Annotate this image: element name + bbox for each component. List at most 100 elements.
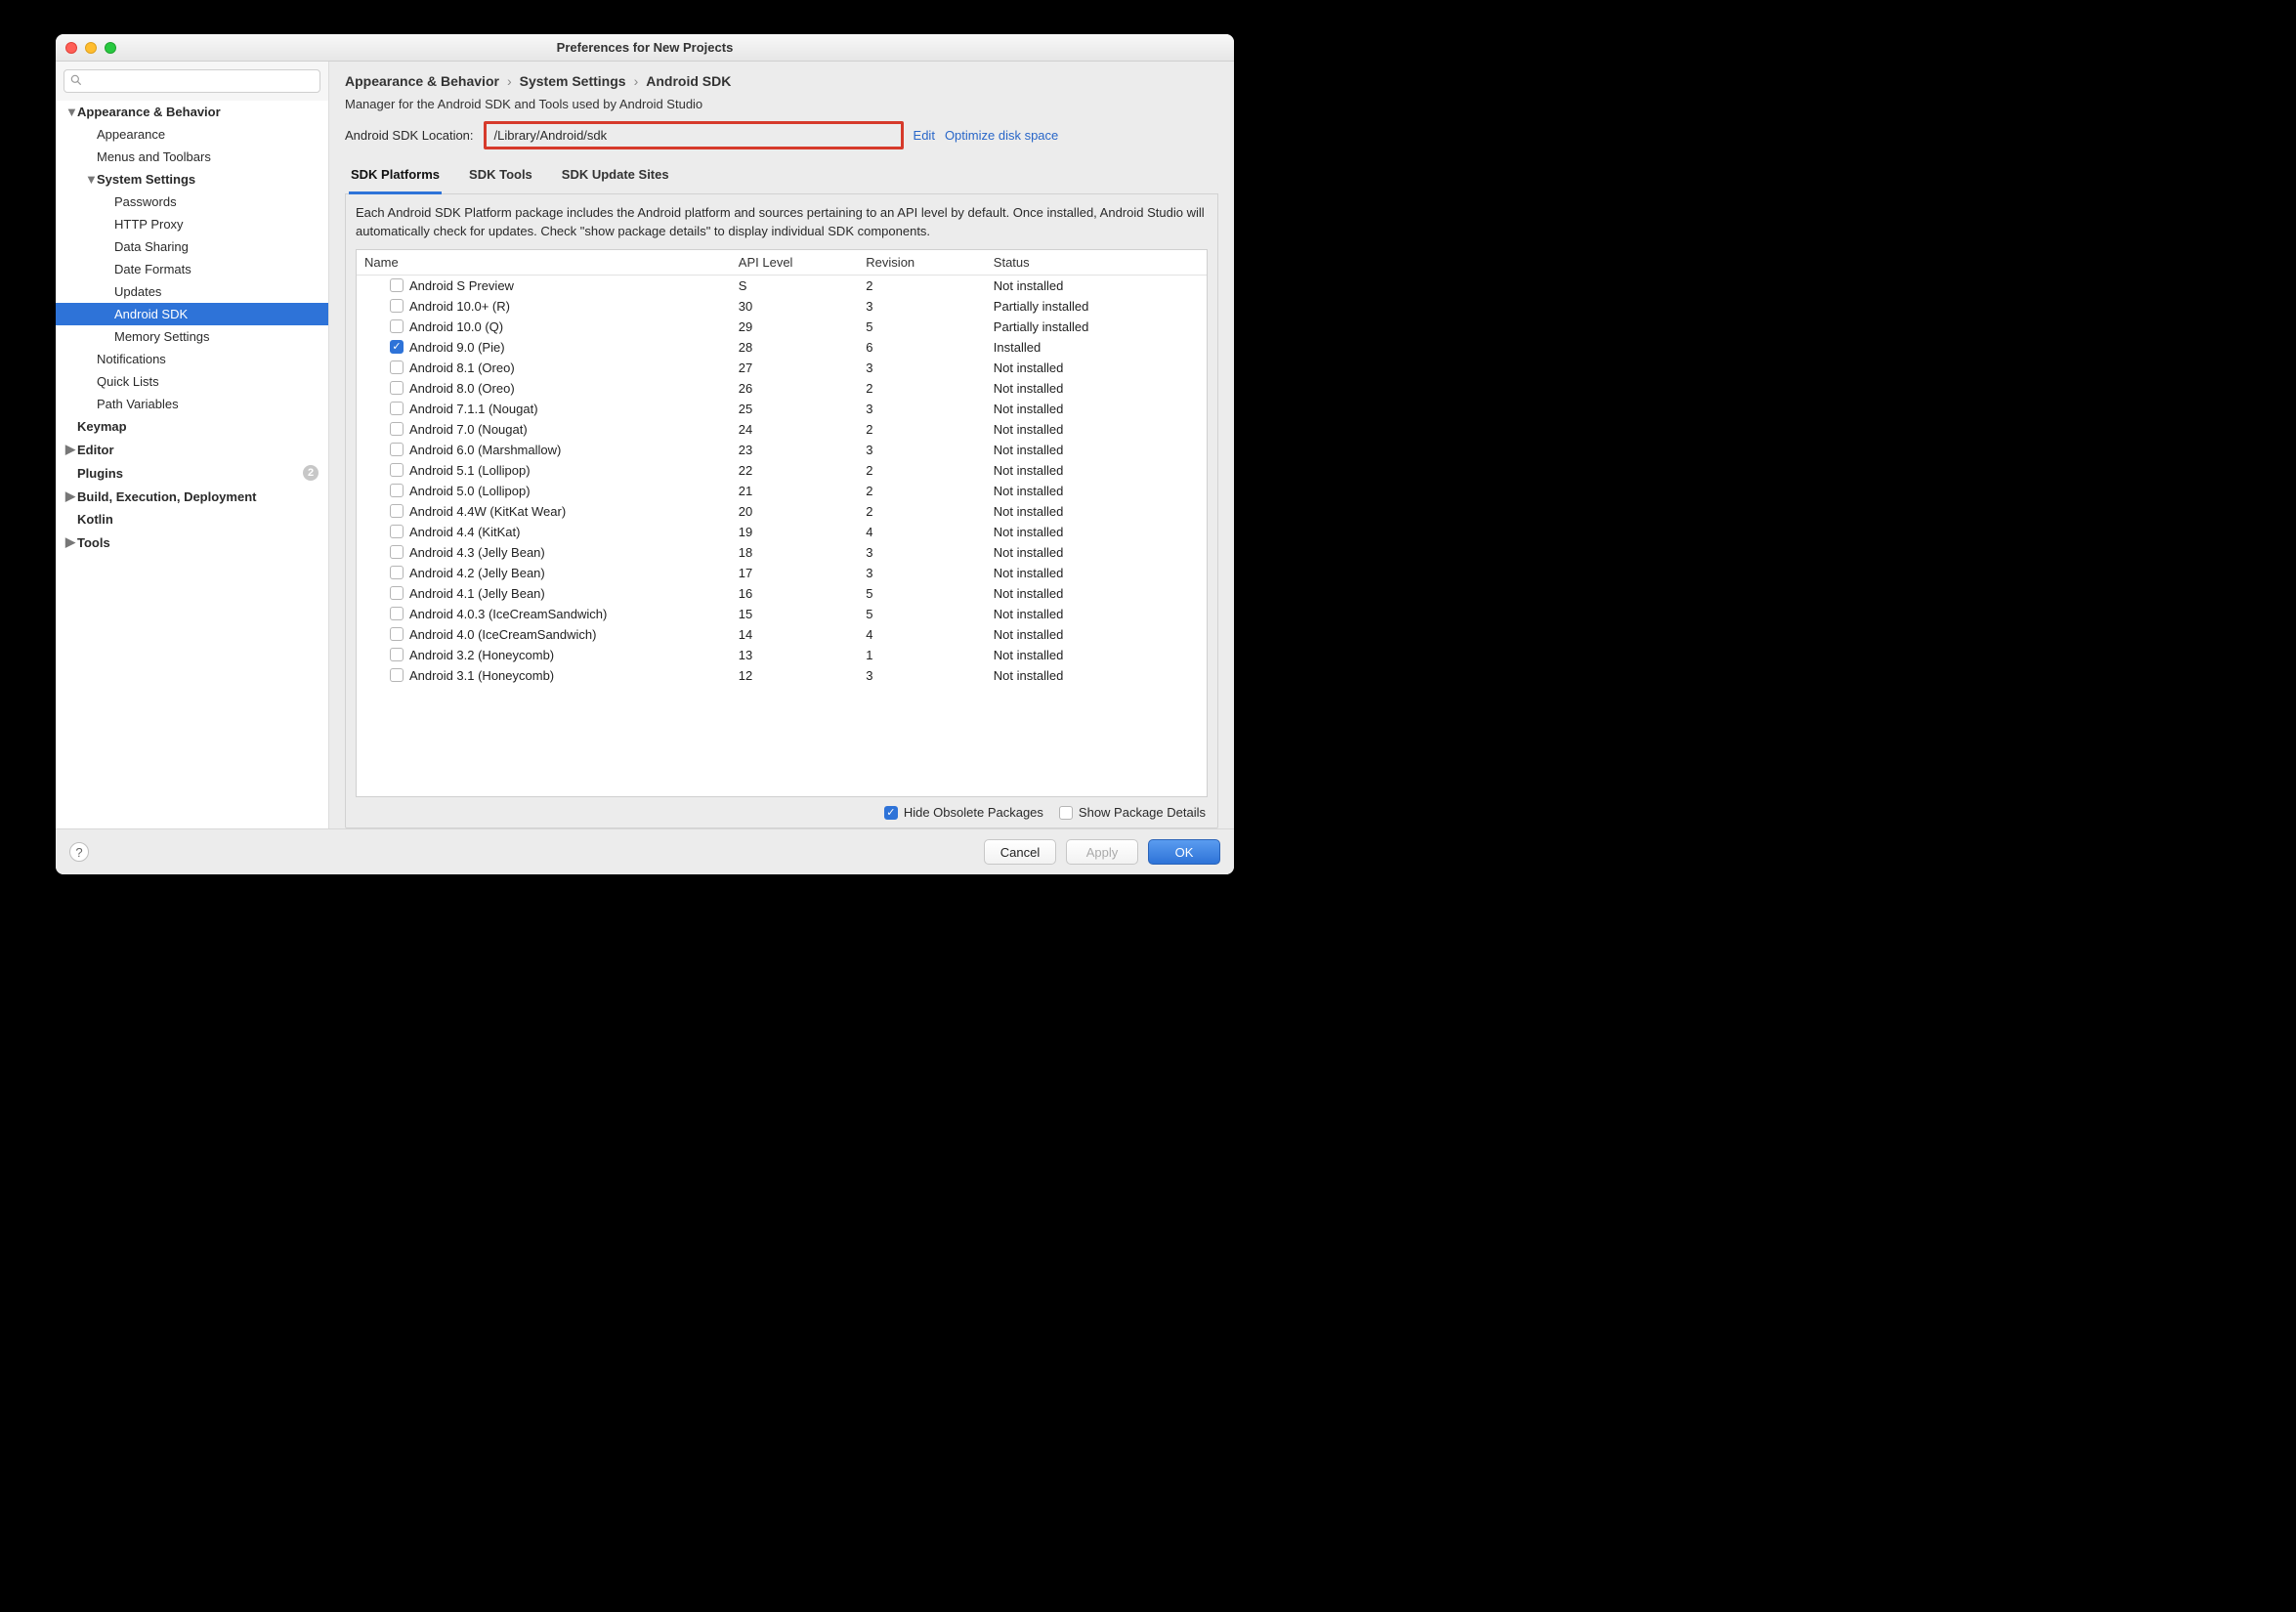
sidebar-item-memory-settings[interactable]: Memory Settings bbox=[56, 325, 328, 348]
row-api: 24 bbox=[731, 419, 859, 440]
tab-sdk-platforms[interactable]: SDK Platforms bbox=[349, 159, 442, 194]
table-row[interactable]: Android 10.0 (Q)295Partially installed bbox=[357, 317, 1207, 337]
row-checkbox[interactable] bbox=[390, 443, 404, 456]
sidebar-item-appearance[interactable]: Appearance bbox=[56, 123, 328, 146]
row-status: Not installed bbox=[986, 460, 1207, 481]
sdk-table-wrap[interactable]: Name API Level Revision Status Android S… bbox=[356, 249, 1208, 797]
row-checkbox[interactable] bbox=[390, 361, 404, 374]
sidebar-item-appearance-behavior[interactable]: ▼Appearance & Behavior bbox=[56, 101, 328, 123]
sidebar-item-menus-and-toolbars[interactable]: Menus and Toolbars bbox=[56, 146, 328, 168]
sidebar-item-plugins[interactable]: Plugins2 bbox=[56, 461, 328, 485]
sidebar-item-http-proxy[interactable]: HTTP Proxy bbox=[56, 213, 328, 235]
col-revision[interactable]: Revision bbox=[858, 250, 986, 276]
row-revision: 3 bbox=[858, 440, 986, 460]
sidebar-item-keymap[interactable]: Keymap bbox=[56, 415, 328, 438]
row-revision: 3 bbox=[858, 563, 986, 583]
row-checkbox[interactable] bbox=[390, 586, 404, 600]
col-api[interactable]: API Level bbox=[731, 250, 859, 276]
row-checkbox[interactable] bbox=[390, 607, 404, 620]
row-revision: 2 bbox=[858, 419, 986, 440]
row-status: Not installed bbox=[986, 419, 1207, 440]
table-row[interactable]: Android 7.0 (Nougat)242Not installed bbox=[357, 419, 1207, 440]
table-row[interactable]: Android 8.0 (Oreo)262Not installed bbox=[357, 378, 1207, 399]
sidebar-item-system-settings[interactable]: ▼System Settings bbox=[56, 168, 328, 191]
table-row[interactable]: Android S PreviewS2Not installed bbox=[357, 275, 1207, 296]
row-checkbox[interactable] bbox=[390, 668, 404, 682]
breadcrumb-item[interactable]: Android SDK bbox=[646, 73, 731, 89]
sidebar-item-path-variables[interactable]: Path Variables bbox=[56, 393, 328, 415]
row-checkbox[interactable] bbox=[390, 484, 404, 497]
row-name: Android 4.4 (KitKat) bbox=[409, 525, 520, 539]
row-checkbox[interactable] bbox=[390, 422, 404, 436]
row-checkbox[interactable] bbox=[390, 627, 404, 641]
row-checkbox[interactable] bbox=[390, 299, 404, 313]
hide-obsolete-checkbox[interactable]: Hide Obsolete Packages bbox=[884, 805, 1043, 820]
table-row[interactable]: Android 8.1 (Oreo)273Not installed bbox=[357, 358, 1207, 378]
table-row[interactable]: Android 9.0 (Pie)286Installed bbox=[357, 337, 1207, 358]
help-button[interactable]: ? bbox=[69, 842, 89, 862]
row-checkbox[interactable] bbox=[390, 566, 404, 579]
table-row[interactable]: Android 3.2 (Honeycomb)131Not installed bbox=[357, 645, 1207, 665]
row-revision: 2 bbox=[858, 275, 986, 296]
col-name[interactable]: Name bbox=[357, 250, 731, 276]
table-row[interactable]: Android 4.4W (KitKat Wear)202Not install… bbox=[357, 501, 1207, 522]
tab-sdk-tools[interactable]: SDK Tools bbox=[467, 159, 534, 193]
col-status[interactable]: Status bbox=[986, 250, 1207, 276]
show-package-details-checkbox[interactable]: Show Package Details bbox=[1059, 805, 1206, 820]
table-row[interactable]: Android 4.2 (Jelly Bean)173Not installed bbox=[357, 563, 1207, 583]
breadcrumb-item[interactable]: Appearance & Behavior bbox=[345, 73, 499, 89]
chevron-right-icon: › bbox=[634, 73, 639, 89]
row-checkbox[interactable] bbox=[390, 525, 404, 538]
edit-sdk-location-link[interactable]: Edit bbox=[914, 128, 935, 143]
table-row[interactable]: Android 6.0 (Marshmallow)233Not installe… bbox=[357, 440, 1207, 460]
table-row[interactable]: Android 7.1.1 (Nougat)253Not installed bbox=[357, 399, 1207, 419]
sidebar-item-notifications[interactable]: Notifications bbox=[56, 348, 328, 370]
apply-button[interactable]: Apply bbox=[1066, 839, 1138, 865]
table-row[interactable]: Android 4.3 (Jelly Bean)183Not installed bbox=[357, 542, 1207, 563]
sidebar-item-android-sdk[interactable]: Android SDK bbox=[56, 303, 328, 325]
table-row[interactable]: Android 10.0+ (R)303Partially installed bbox=[357, 296, 1207, 317]
cancel-button[interactable]: Cancel bbox=[984, 839, 1056, 865]
panel-description: Each Android SDK Platform package includ… bbox=[356, 204, 1208, 241]
table-row[interactable]: Android 5.1 (Lollipop)222Not installed bbox=[357, 460, 1207, 481]
row-name: Android 7.1.1 (Nougat) bbox=[409, 402, 538, 416]
row-status: Not installed bbox=[986, 563, 1207, 583]
row-checkbox[interactable] bbox=[390, 340, 404, 354]
row-checkbox[interactable] bbox=[390, 545, 404, 559]
row-checkbox[interactable] bbox=[390, 463, 404, 477]
sdk-location-path[interactable]: /Library/Android/sdk bbox=[484, 121, 904, 149]
table-row[interactable]: Android 4.1 (Jelly Bean)165Not installed bbox=[357, 583, 1207, 604]
settings-tree[interactable]: ▼Appearance & BehaviorAppearanceMenus an… bbox=[56, 101, 328, 828]
table-row[interactable]: Android 4.0 (IceCreamSandwich)144Not ins… bbox=[357, 624, 1207, 645]
sidebar-item-kotlin[interactable]: Kotlin bbox=[56, 508, 328, 530]
row-checkbox[interactable] bbox=[390, 381, 404, 395]
row-checkbox[interactable] bbox=[390, 319, 404, 333]
row-revision: 4 bbox=[858, 624, 986, 645]
sidebar-item-build-execution-deployment[interactable]: ▶Build, Execution, Deployment bbox=[56, 485, 328, 508]
table-row[interactable]: Android 3.1 (Honeycomb)123Not installed bbox=[357, 665, 1207, 686]
row-revision: 5 bbox=[858, 604, 986, 624]
breadcrumb-item[interactable]: System Settings bbox=[520, 73, 626, 89]
table-row[interactable]: Android 4.4 (KitKat)194Not installed bbox=[357, 522, 1207, 542]
row-api: 20 bbox=[731, 501, 859, 522]
table-row[interactable]: Android 4.0.3 (IceCreamSandwich)155Not i… bbox=[357, 604, 1207, 624]
sidebar-item-date-formats[interactable]: Date Formats bbox=[56, 258, 328, 280]
sidebar-item-updates[interactable]: Updates bbox=[56, 280, 328, 303]
sidebar-item-passwords[interactable]: Passwords bbox=[56, 191, 328, 213]
row-checkbox[interactable] bbox=[390, 648, 404, 661]
row-checkbox[interactable] bbox=[390, 402, 404, 415]
search-input[interactable] bbox=[64, 69, 320, 93]
row-revision: 4 bbox=[858, 522, 986, 542]
ok-button[interactable]: OK bbox=[1148, 839, 1220, 865]
row-api: 26 bbox=[731, 378, 859, 399]
optimize-disk-space-link[interactable]: Optimize disk space bbox=[945, 128, 1058, 143]
sidebar-item-quick-lists[interactable]: Quick Lists bbox=[56, 370, 328, 393]
sidebar-item-data-sharing[interactable]: Data Sharing bbox=[56, 235, 328, 258]
tab-sdk-update-sites[interactable]: SDK Update Sites bbox=[560, 159, 671, 193]
row-checkbox[interactable] bbox=[390, 278, 404, 292]
sidebar-item-tools[interactable]: ▶Tools bbox=[56, 530, 328, 554]
row-checkbox[interactable] bbox=[390, 504, 404, 518]
sidebar-item-editor[interactable]: ▶Editor bbox=[56, 438, 328, 461]
table-row[interactable]: Android 5.0 (Lollipop)212Not installed bbox=[357, 481, 1207, 501]
row-status: Not installed bbox=[986, 583, 1207, 604]
